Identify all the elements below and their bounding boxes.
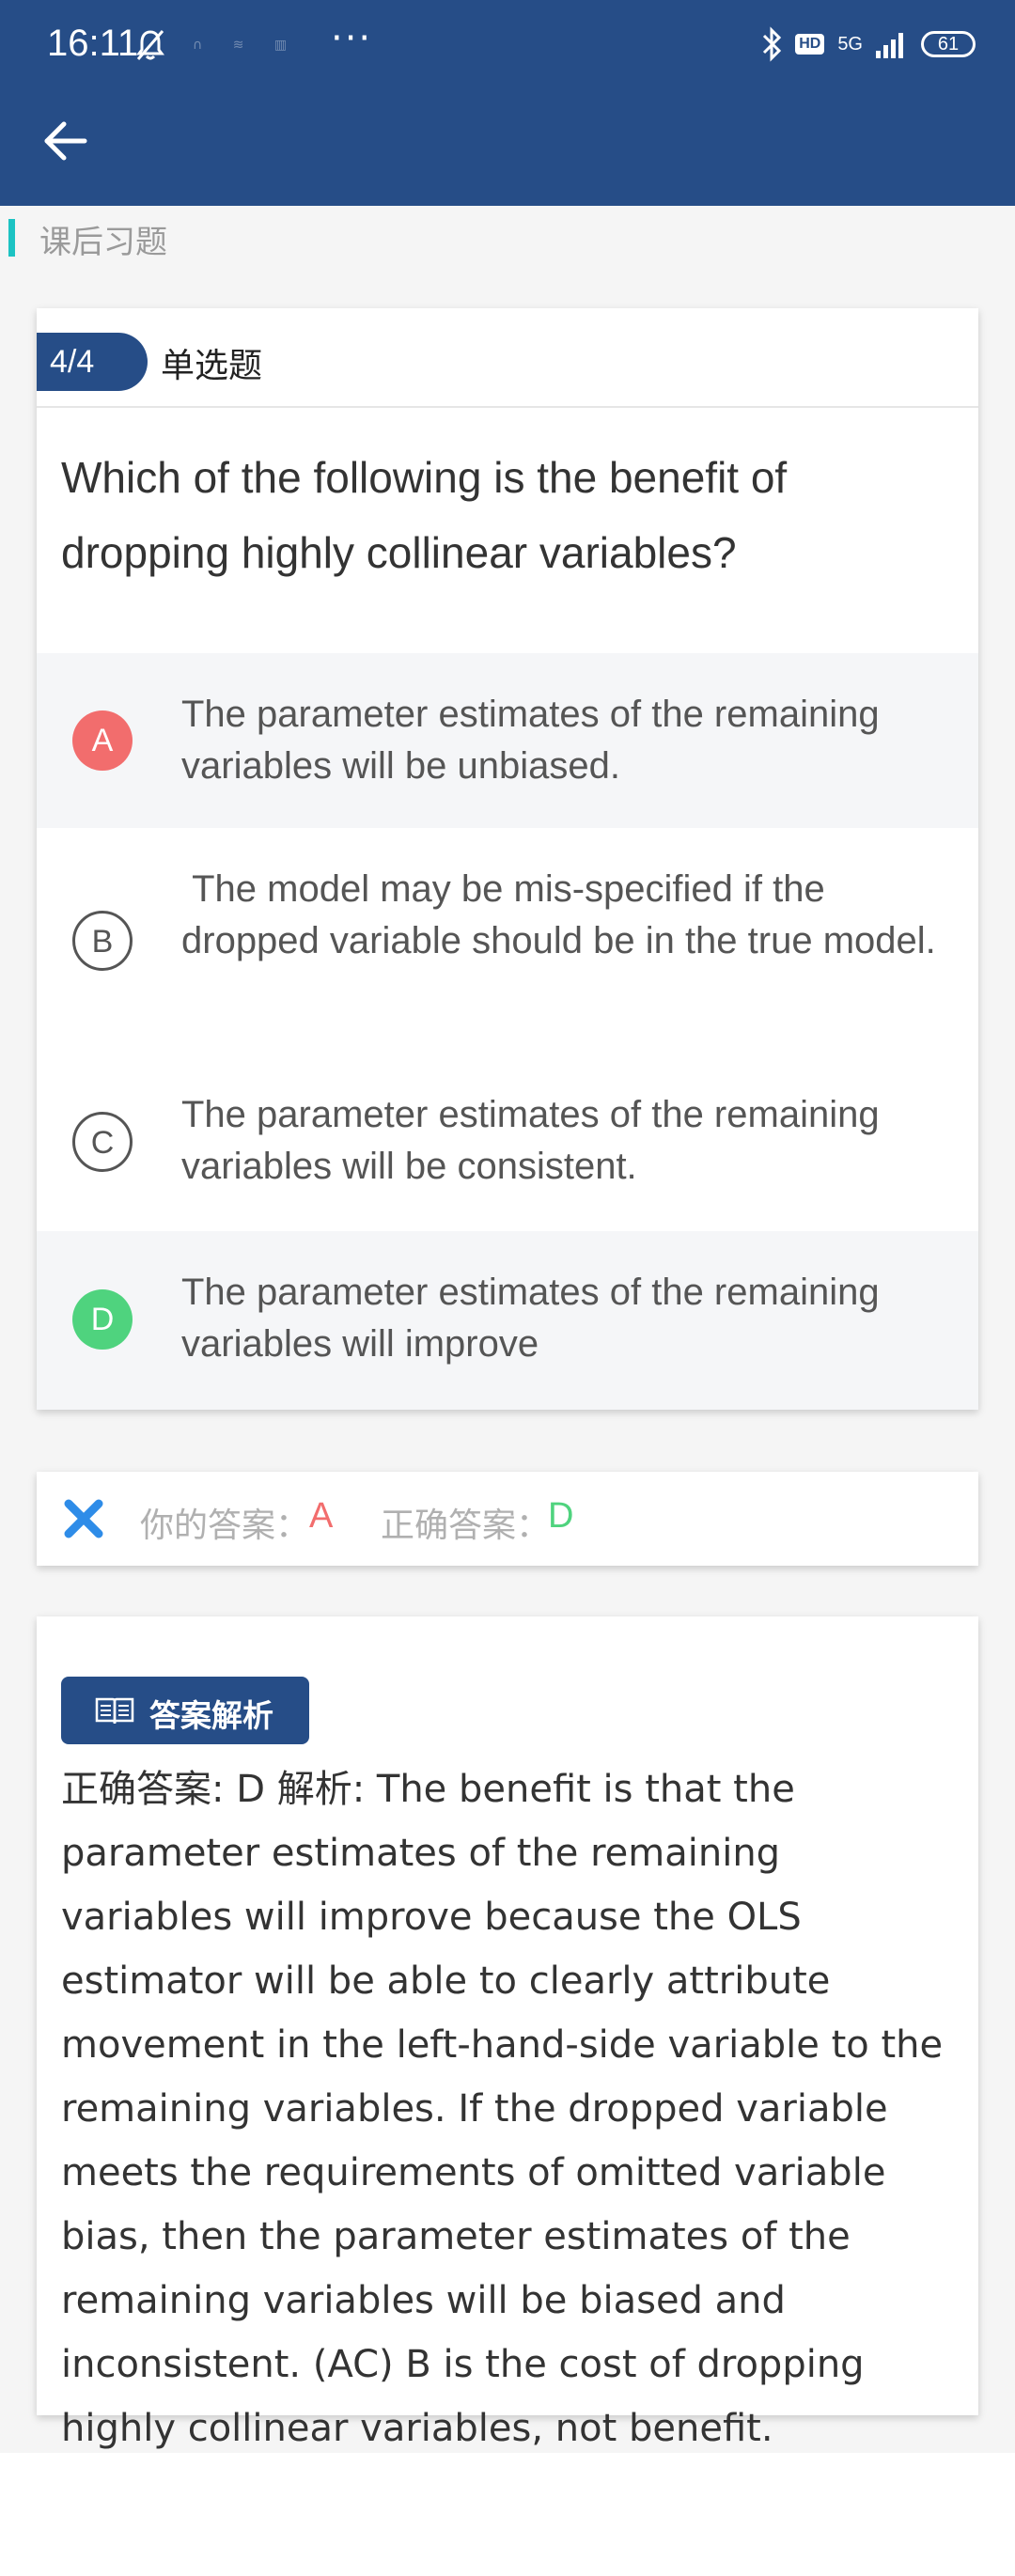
book-icon bbox=[95, 1697, 134, 1725]
explanation-text: 正确答案: D 解析: The benefit is that the para… bbox=[61, 1768, 944, 2450]
more-notifications-icon: ··· bbox=[331, 17, 373, 60]
status-notification-icons: ∩ ≋ ▥ bbox=[193, 38, 301, 53]
question-number: 4/4 bbox=[37, 333, 148, 391]
your-answer-label: 你的答案： bbox=[140, 1507, 310, 1545]
option-letter: B bbox=[72, 911, 133, 971]
x-icon bbox=[64, 1499, 103, 1538]
status-right-group: HD 5G 61 bbox=[761, 26, 976, 62]
hd-badge: HD bbox=[795, 34, 825, 55]
back-arrow-icon[interactable] bbox=[38, 113, 94, 169]
option-letter: A bbox=[72, 710, 133, 771]
option-text: The parameter estimates of the remaining… bbox=[181, 694, 890, 787]
answer-summary-card: 你的答案： A 正确答案： D bbox=[37, 1472, 978, 1566]
option-d[interactable]: D The parameter estimates of the remaini… bbox=[37, 1231, 978, 1410]
section-title: 课后习题 bbox=[39, 224, 167, 261]
signal-icon bbox=[876, 33, 903, 58]
explanation-badge: 答案解析 bbox=[61, 1677, 309, 1744]
app-header: 16:11 ∩ ≋ ▥ ··· HD 5G 61 bbox=[0, 0, 1015, 206]
network-label: 5G bbox=[837, 34, 863, 55]
mute-bell-icon bbox=[136, 30, 164, 60]
your-answer-value: A bbox=[309, 1496, 334, 1536]
correct-answer-label: 正确答案： bbox=[381, 1507, 551, 1545]
bluetooth-icon bbox=[763, 26, 782, 62]
option-b[interactable]: B The model may be mis-specified if the … bbox=[37, 828, 978, 1054]
option-letter: D bbox=[72, 1289, 133, 1350]
option-letter: C bbox=[72, 1112, 133, 1172]
option-text: The parameter estimates of the remaining… bbox=[181, 1094, 890, 1187]
status-time: 16:11 bbox=[47, 23, 139, 64]
option-text: The parameter estimates of the remaining… bbox=[181, 1272, 890, 1365]
question-text: Which of the following is the benefit of… bbox=[61, 453, 788, 577]
option-text: The model may be mis-specified if the dr… bbox=[181, 868, 936, 961]
explanation-badge-label: 答案解析 bbox=[149, 1697, 273, 1734]
option-a[interactable]: A The parameter estimates of the remaini… bbox=[37, 653, 978, 828]
section-accent-bar bbox=[8, 219, 15, 257]
correct-answer-value: D bbox=[548, 1496, 574, 1536]
battery-icon: 61 bbox=[921, 31, 976, 57]
question-header: 4/4 单选题 bbox=[37, 308, 978, 408]
option-c[interactable]: C The parameter estimates of the remaini… bbox=[37, 1054, 978, 1231]
question-card: 4/4 单选题 Which of the following is the be… bbox=[37, 308, 978, 1410]
explanation-card: 答案解析 正确答案: D 解析: The benefit is that the… bbox=[37, 1616, 978, 2450]
question-type: 单选题 bbox=[161, 347, 263, 385]
